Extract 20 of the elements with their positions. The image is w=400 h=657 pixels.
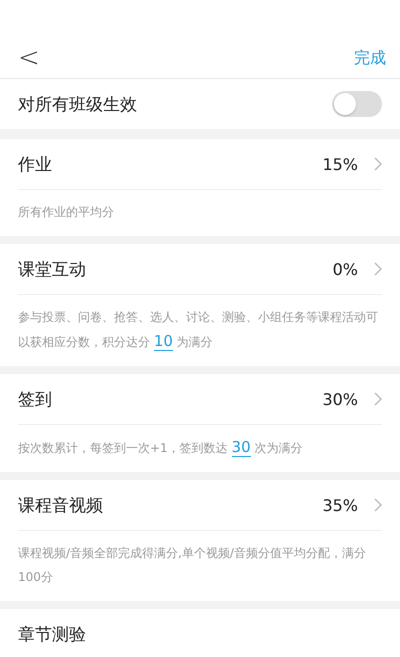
item-percent: 35%: [322, 496, 358, 514]
item-percent: 15%: [322, 154, 358, 174]
item-percent: 30%: [322, 390, 358, 408]
chevron-right-icon: [374, 262, 382, 276]
item-description: 所有作业的平均分: [18, 204, 115, 221]
chevron-right-icon: [374, 392, 382, 406]
chevron-right-icon: [374, 157, 382, 171]
item-title: 课堂互动: [18, 258, 87, 280]
item-description: 课程视频/音频全部完成得满分,单个视频/音频分值平均分配，满分100分: [18, 545, 367, 586]
toggle-switch[interactable]: [332, 91, 382, 117]
item-percent: 0%: [332, 260, 358, 278]
chevron-right-icon: [374, 498, 382, 512]
item-title: 作业: [18, 154, 53, 176]
item-description: 按次数累计，每签到一次+1，签到数达 30 次为满分: [18, 437, 304, 459]
item-title: 章节测验: [18, 624, 87, 646]
item-description: 参与投票、问卷、抢答、选人、讨论、测验、小组任务等课程活动可以获相应分数，积分达分 10 为满分: [18, 309, 379, 353]
item-title: 签到: [18, 388, 53, 410]
setting-label: 对所有班级生效: [18, 94, 138, 116]
back-button[interactable]: <: [14, 45, 44, 71]
item-title: 课程音视频: [18, 494, 104, 516]
